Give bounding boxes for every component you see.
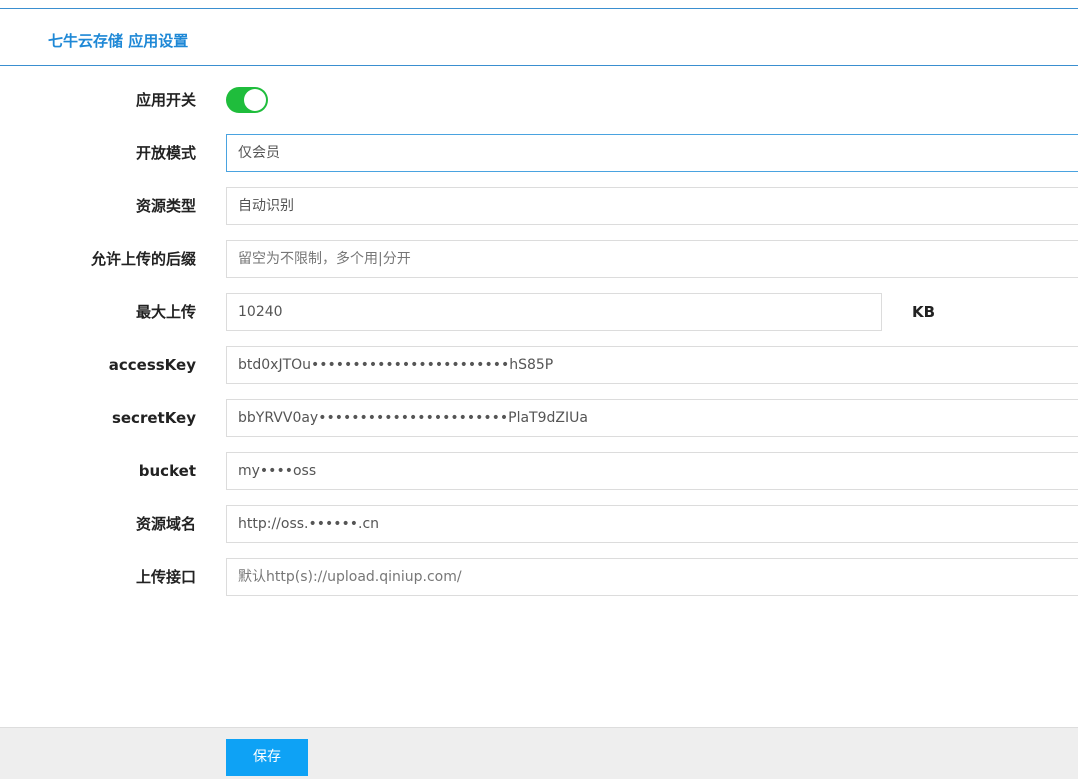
allowed-suffix-label: 允许上传的后缀 xyxy=(90,250,196,268)
row-max-upload: 最大上传 10240 KB xyxy=(0,293,1078,331)
access-key-input[interactable]: btd0xJTOu••••••••••••••••••••••••hS85P xyxy=(226,346,1078,384)
row-allowed-suffix: 允许上传的后缀 留空为不限制，多个用|分开 xyxy=(0,240,1078,278)
row-access-key: accessKey btd0xJTOu•••••••••••••••••••••… xyxy=(0,346,1078,384)
open-mode-select[interactable]: 仅会员 xyxy=(226,134,1078,172)
open-mode-label: 开放模式 xyxy=(135,144,196,162)
app-switch-toggle[interactable] xyxy=(226,87,268,113)
secret-key-label: secretKey xyxy=(111,409,196,427)
page-title: 七牛云存储 应用设置 xyxy=(48,32,189,50)
upload-endpoint-input[interactable]: 默认http(s)://upload.qiniup.com/ xyxy=(226,558,1078,596)
footer-bar: 保存 xyxy=(0,727,1078,779)
page-header: 七牛云存储 应用设置 xyxy=(0,9,1078,66)
row-app-switch: 应用开关 xyxy=(0,81,1078,119)
access-key-label: accessKey xyxy=(108,356,196,374)
row-resource-domain: 资源域名 http://oss.••••••.cn xyxy=(0,505,1078,543)
row-open-mode: 开放模式 仅会员 xyxy=(0,134,1078,172)
secret-key-input[interactable]: bbYRVV0ay•••••••••••••••••••••••PlaT9dZI… xyxy=(226,399,1078,437)
save-button[interactable]: 保存 xyxy=(226,739,308,776)
resource-domain-input[interactable]: http://oss.••••••.cn xyxy=(226,505,1078,543)
toggle-knob xyxy=(244,89,266,111)
resource-type-label: 资源类型 xyxy=(135,197,196,215)
row-upload-endpoint: 上传接口 默认http(s)://upload.qiniup.com/ xyxy=(0,558,1078,596)
app-switch-label: 应用开关 xyxy=(135,91,196,109)
max-upload-input[interactable]: 10240 xyxy=(226,293,882,331)
allowed-suffix-input[interactable]: 留空为不限制，多个用|分开 xyxy=(226,240,1078,278)
bucket-label: bucket xyxy=(138,462,196,480)
row-resource-type: 资源类型 自动识别 xyxy=(0,187,1078,225)
max-upload-unit: KB xyxy=(912,303,936,321)
resource-type-select[interactable]: 自动识别 xyxy=(226,187,1078,225)
resource-domain-label: 资源域名 xyxy=(135,515,196,533)
row-secret-key: secretKey bbYRVV0ay•••••••••••••••••••••… xyxy=(0,399,1078,437)
upload-endpoint-label: 上传接口 xyxy=(135,568,196,586)
row-bucket: bucket my••••oss xyxy=(0,452,1078,490)
max-upload-label: 最大上传 xyxy=(135,303,196,321)
bucket-input[interactable]: my••••oss xyxy=(226,452,1078,490)
